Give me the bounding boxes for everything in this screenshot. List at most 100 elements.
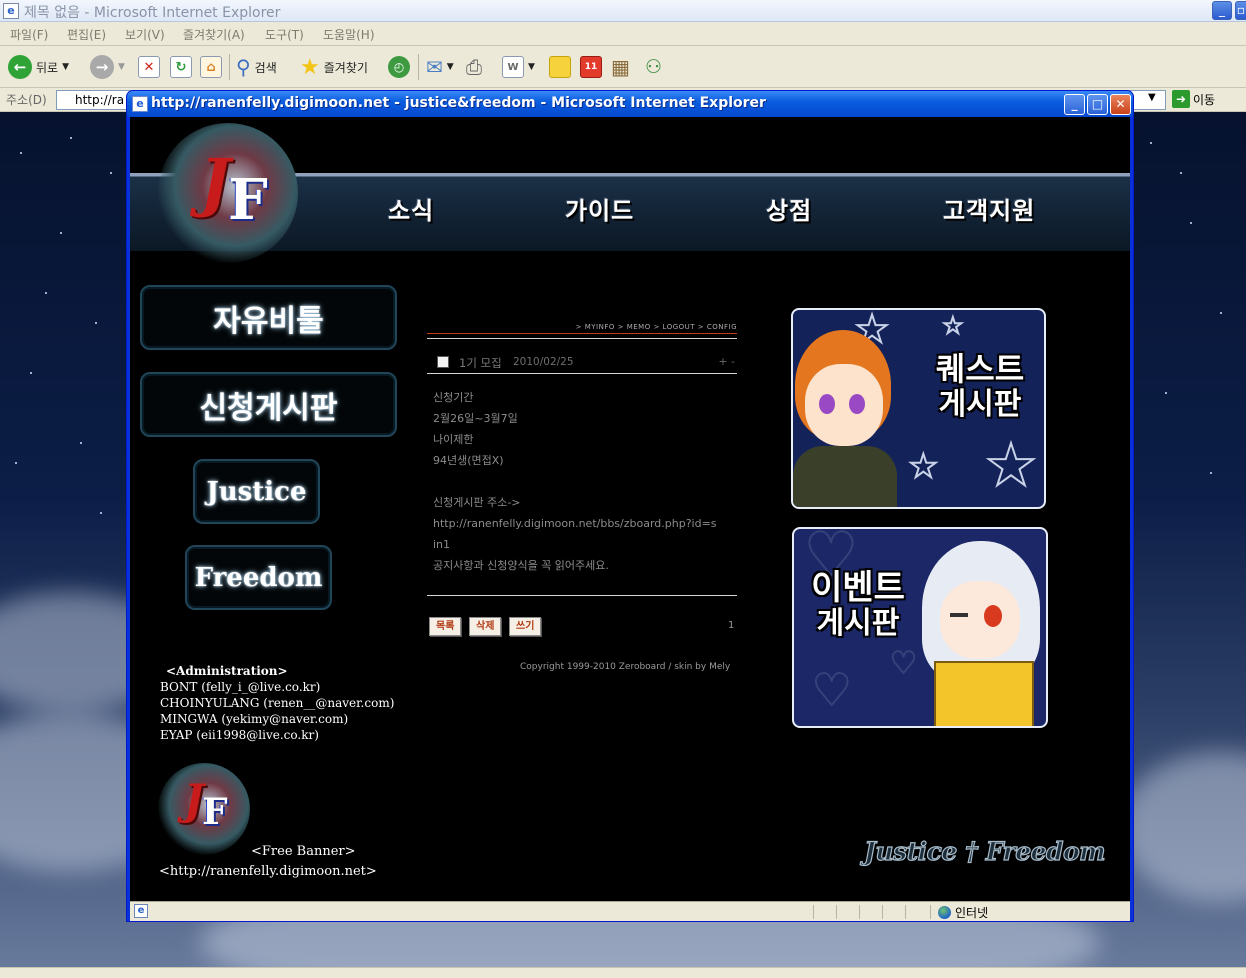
- favorites-button[interactable]: ★ 즐겨찾기: [300, 53, 368, 81]
- quest-board-banner[interactable]: ★ ★ ★ ★ 퀘스트 게시판: [791, 308, 1046, 509]
- forward-button[interactable]: → ▼: [90, 53, 125, 81]
- menu-favorites[interactable]: 즐겨찾기(A): [183, 26, 245, 43]
- jf-footer-logo[interactable]: J F: [158, 763, 250, 855]
- refresh-button[interactable]: ↻: [170, 53, 192, 81]
- research-button[interactable]: ▦: [611, 53, 630, 81]
- post-line: 신청게시판 주소->: [433, 496, 521, 509]
- stop-button[interactable]: ✕: [138, 53, 160, 81]
- quest-banner-line1: 퀘스트: [935, 350, 1025, 388]
- refresh-icon: ↻: [170, 56, 192, 78]
- outer-status-bar: [0, 967, 1246, 978]
- security-zone: 인터넷: [938, 904, 988, 921]
- messenger-button[interactable]: ⚇: [645, 53, 662, 81]
- outer-title-bar: e 제목 없음 - Microsoft Internet Explorer _ …: [0, 0, 1246, 22]
- justice-button[interactable]: Justice: [193, 459, 320, 524]
- logo-letter-f: F: [228, 167, 268, 233]
- search-button[interactable]: ⚲ 검색: [236, 53, 277, 81]
- list-button[interactable]: 목록: [429, 617, 462, 636]
- page-number[interactable]: 1: [728, 620, 734, 631]
- post-line: 2월26일~3월7일: [433, 412, 518, 425]
- site-content: J F 소식 가이드 상점 고객지원 자유비툴 신청게시판 Justice Fr…: [130, 117, 1130, 901]
- 11st-icon: 11: [580, 56, 602, 78]
- maximize-icon[interactable]: □: [1087, 94, 1108, 115]
- restore-icon[interactable]: ▫: [1235, 1, 1246, 20]
- menu-bar: 파일(F) 편집(E) 보기(V) 즐겨찾기(A) 도구(T) 도움말(H): [0, 22, 1246, 46]
- menu-view[interactable]: 보기(V): [125, 26, 165, 43]
- standard-toolbar: ← 뒤로 ▼ → ▼ ✕ ↻ ⌂ ⚲ 검색 ★ 즐겨찾기 ◴ ✉ ▼ ⎙ W ▼…: [0, 46, 1246, 88]
- nav-shop[interactable]: 상점: [766, 191, 812, 226]
- edit-document-icon: W: [502, 56, 524, 78]
- event-board-banner[interactable]: ♥ ♥ ♥ 이벤트 게시판: [792, 527, 1048, 728]
- menu-tools[interactable]: 도구(T): [265, 26, 304, 43]
- delete-button[interactable]: 삭제: [469, 617, 502, 636]
- note-icon: [549, 56, 571, 78]
- messenger-11st-button[interactable]: 11: [580, 53, 602, 81]
- menu-help[interactable]: 도움말(H): [323, 26, 375, 43]
- post-line: 공지사항과 신청양식을 꼭 읽어주세요.: [433, 559, 609, 572]
- dropdown-arrow-icon[interactable]: ▼: [62, 62, 69, 72]
- back-arrow-icon: ←: [8, 55, 32, 79]
- home-icon: ⌂: [200, 56, 222, 78]
- nav-support[interactable]: 고객지원: [943, 191, 1035, 226]
- jf-logo[interactable]: J F: [158, 123, 298, 263]
- admin-member: CHOINYULANG (renen__@naver.com): [160, 696, 395, 710]
- dropdown-arrow-icon[interactable]: ▼: [528, 62, 535, 72]
- minimize-icon[interactable]: _: [1212, 1, 1232, 20]
- edit-button[interactable]: W ▼: [502, 53, 535, 81]
- globe-icon: [938, 906, 951, 919]
- administration-heading: <Administration>: [166, 664, 288, 678]
- minimize-icon[interactable]: _: [1064, 94, 1085, 115]
- go-button[interactable]: ➜ 이동: [1172, 90, 1215, 108]
- free-board-button[interactable]: 자유비툴: [140, 285, 397, 350]
- popup-status-bar: e 인터넷: [130, 901, 1130, 921]
- post-size-controls[interactable]: + -: [718, 355, 735, 368]
- favorites-label: 즐겨찾기: [323, 60, 368, 75]
- star-icon: ★: [984, 431, 1038, 499]
- popup-window-title: http://ranenfelly.digimoon.net - justice…: [151, 95, 766, 111]
- discuss-button[interactable]: [549, 53, 571, 81]
- write-button[interactable]: 쓰기: [509, 617, 542, 636]
- quest-character-illustration: [793, 330, 903, 507]
- post-link[interactable]: http://ranenfelly.digimoon.net/bbs/zboar…: [433, 513, 733, 534]
- ie-icon: e: [132, 96, 148, 112]
- search-icon: ⚲: [236, 55, 251, 79]
- close-icon[interactable]: ✕: [1110, 94, 1131, 115]
- application-board-button[interactable]: 신청게시판: [140, 372, 397, 437]
- quest-banner-line2: 게시판: [938, 386, 1022, 422]
- dropdown-arrow-icon[interactable]: ▼: [118, 62, 125, 72]
- post-title[interactable]: 1기 모집: [459, 355, 502, 371]
- post-checkbox[interactable]: [437, 356, 449, 368]
- nav-news[interactable]: 소식: [388, 191, 434, 226]
- popup-title-bar: e http://ranenfelly.digimoon.net - justi…: [127, 91, 1133, 117]
- free-banner-label: <Free Banner>: [251, 844, 356, 859]
- zone-label: 인터넷: [955, 906, 989, 920]
- dropdown-arrow-icon[interactable]: ▼: [447, 62, 454, 72]
- print-button[interactable]: ⎙: [466, 53, 482, 81]
- divider: [427, 333, 737, 334]
- post-date: 2010/02/25: [513, 356, 574, 368]
- justice-label: Justice: [206, 476, 307, 507]
- page-icon: e: [134, 904, 148, 918]
- nav-guide[interactable]: 가이드: [565, 191, 634, 226]
- history-button[interactable]: ◴: [388, 53, 410, 81]
- ie-icon: e: [3, 3, 19, 19]
- mail-button[interactable]: ✉ ▼: [426, 53, 454, 81]
- logo-letter-j: J: [200, 145, 231, 220]
- divider: [427, 373, 737, 374]
- post-link[interactable]: in1: [433, 534, 733, 555]
- logo-letter-j: J: [184, 775, 204, 824]
- admin-member: EYAP (eii1998@live.co.kr): [160, 728, 319, 742]
- address-dropdown-icon[interactable]: ▼: [1148, 92, 1156, 103]
- event-banner-text: 이벤트 게시판: [798, 569, 918, 641]
- stop-icon: ✕: [138, 56, 160, 78]
- go-label: 이동: [1193, 92, 1216, 107]
- site-url[interactable]: <http://ranenfelly.digimoon.net>: [159, 864, 377, 879]
- menu-file[interactable]: 파일(F): [10, 26, 48, 43]
- back-button[interactable]: ← 뒤로 ▼: [8, 53, 69, 81]
- menu-edit[interactable]: 편집(E): [67, 26, 106, 43]
- freedom-button[interactable]: Freedom: [185, 545, 332, 610]
- research-icon: ▦: [611, 55, 630, 79]
- home-button[interactable]: ⌂: [200, 53, 222, 81]
- back-label: 뒤로: [36, 60, 59, 75]
- popup-window: e http://ranenfelly.digimoon.net - justi…: [126, 90, 1134, 922]
